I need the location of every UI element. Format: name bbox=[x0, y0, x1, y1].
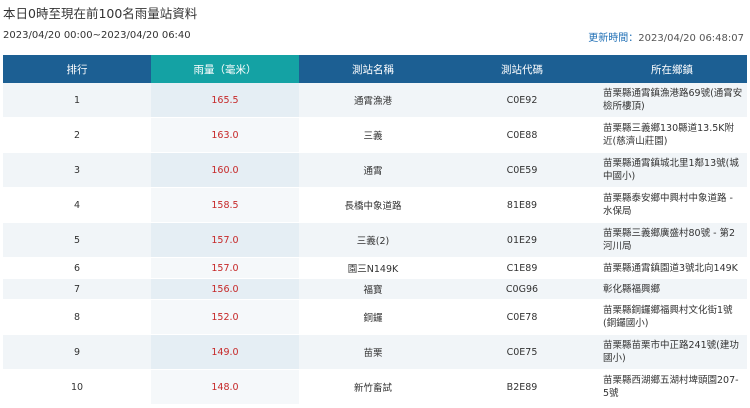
cell-station-name: 長橋中象道路 bbox=[299, 187, 447, 223]
table-row: 4 158.5 長橋中象道路 81E89 苗栗縣泰安鄉中興村中象道路 - 水保局 bbox=[3, 187, 747, 223]
cell-station-name: 通霄漁港 bbox=[299, 83, 447, 118]
cell-station-name: 新竹畜試 bbox=[299, 369, 447, 405]
table-row: 7 156.0 福寶 C0G96 彰化縣福興鄉 bbox=[3, 278, 747, 300]
cell-rank: 2 bbox=[3, 117, 151, 153]
cell-rank: 7 bbox=[3, 278, 151, 300]
cell-station-name: 銅鑼 bbox=[299, 299, 447, 335]
cell-rainfall: 163.0 bbox=[151, 117, 299, 153]
cell-station-code: C1E89 bbox=[447, 257, 597, 279]
cell-station-code: C0E78 bbox=[447, 299, 597, 335]
table-body: 1 165.5 通霄漁港 C0E92 苗栗縣通霄鎮漁港路69號(通霄安檢所樓頂) 2 163… bbox=[3, 83, 747, 405]
update-time: 更新時間：2023/04/20 06:48:07 bbox=[588, 29, 744, 44]
table-row: 2 163.0 三義 C0E88 苗栗縣三義鄉130縣道13.5K附近(慈濟山莊園) bbox=[3, 117, 747, 153]
cell-location: 苗栗縣通霄鎮漁港路69號(通霄安檢所樓頂) bbox=[597, 83, 747, 118]
cell-station-name: 福寶 bbox=[299, 278, 447, 300]
cell-location: 苗栗縣銅鑼鄉福興村文化街1號(銅鑼國小) bbox=[597, 299, 747, 335]
cell-station-name: 通霄 bbox=[299, 152, 447, 188]
cell-rainfall: 160.0 bbox=[151, 152, 299, 188]
cell-station-name: 苗栗 bbox=[299, 334, 447, 370]
cell-rainfall: 156.0 bbox=[151, 278, 299, 300]
cell-location: 彰化縣福興鄉 bbox=[597, 278, 747, 300]
column-header-station-name[interactable]: 測站名稱 bbox=[299, 55, 447, 83]
cell-rainfall: 149.0 bbox=[151, 334, 299, 370]
cell-rainfall: 152.0 bbox=[151, 299, 299, 335]
cell-location: 苗栗縣通霄鎮城北里1鄰13號(城中國小) bbox=[597, 152, 747, 188]
cell-rank: 10 bbox=[3, 369, 151, 405]
table-row: 1 165.5 通霄漁港 C0E92 苗栗縣通霄鎮漁港路69號(通霄安檢所樓頂) bbox=[3, 83, 747, 118]
rainfall-table: 排行 雨量（毫米） 測站名稱 測站代碼 所在鄉鎮 1 165.5 通霄漁港 C0E92… bbox=[3, 55, 747, 405]
cell-station-name: 三義(2) bbox=[299, 222, 447, 258]
cell-rank: 1 bbox=[3, 83, 151, 118]
cell-rainfall: 158.5 bbox=[151, 187, 299, 223]
table-row: 6 157.0 園三N149K C1E89 苗栗縣通霄鎮園道3號北向149K bbox=[3, 257, 747, 279]
page-title: 本日0時至現在前100名雨量站資料 bbox=[3, 6, 198, 21]
cell-station-code: C0E75 bbox=[447, 334, 597, 370]
table-row: 9 149.0 苗栗 C0E75 苗栗縣苗栗市中正路241號(建功國小) bbox=[3, 334, 747, 370]
cell-location: 苗栗縣三義鄉廣盛村80號 - 第2河川局 bbox=[597, 222, 747, 258]
column-header-rainfall[interactable]: 雨量（毫米） bbox=[151, 55, 299, 83]
cell-station-code: C0E88 bbox=[447, 117, 597, 153]
cell-rank: 3 bbox=[3, 152, 151, 188]
cell-station-code: C0E92 bbox=[447, 83, 597, 118]
column-header-rank[interactable]: 排行 bbox=[3, 55, 151, 83]
column-header-location[interactable]: 所在鄉鎮 bbox=[597, 55, 747, 83]
date-range: 2023/04/20 00:00~2023/04/20 06:40 bbox=[3, 30, 191, 41]
update-time-value: 2023/04/20 06:48:07 bbox=[638, 33, 744, 44]
cell-station-name: 園三N149K bbox=[299, 257, 447, 279]
cell-rank: 8 bbox=[3, 299, 151, 335]
table-header-row: 排行 雨量（毫米） 測站名稱 測站代碼 所在鄉鎮 bbox=[3, 55, 747, 83]
cell-rank: 9 bbox=[3, 334, 151, 370]
cell-rainfall: 148.0 bbox=[151, 369, 299, 405]
cell-rainfall: 157.0 bbox=[151, 257, 299, 279]
cell-station-code: C0G96 bbox=[447, 278, 597, 300]
cell-station-code: 01E29 bbox=[447, 222, 597, 258]
table-row: 3 160.0 通霄 C0E59 苗栗縣通霄鎮城北里1鄰13號(城中國小) bbox=[3, 152, 747, 188]
cell-station-code: B2E89 bbox=[447, 369, 597, 405]
cell-location: 苗栗縣三義鄉130縣道13.5K附近(慈濟山莊園) bbox=[597, 117, 747, 153]
cell-rainfall: 157.0 bbox=[151, 222, 299, 258]
column-header-station-code[interactable]: 測站代碼 bbox=[447, 55, 597, 83]
cell-rainfall: 165.5 bbox=[151, 83, 299, 118]
cell-location: 苗栗縣西湖鄉五湖村埤頭園207-5號 bbox=[597, 369, 747, 405]
cell-location: 苗栗縣苗栗市中正路241號(建功國小) bbox=[597, 334, 747, 370]
cell-rank: 5 bbox=[3, 222, 151, 258]
table-row: 8 152.0 銅鑼 C0E78 苗栗縣銅鑼鄉福興村文化街1號(銅鑼國小) bbox=[3, 299, 747, 335]
table-row: 5 157.0 三義(2) 01E29 苗栗縣三義鄉廣盛村80號 - 第2河川局 bbox=[3, 222, 747, 258]
table-row: 10 148.0 新竹畜試 B2E89 苗栗縣西湖鄉五湖村埤頭園207-5號 bbox=[3, 369, 747, 405]
cell-station-code: 81E89 bbox=[447, 187, 597, 223]
cell-station-name: 三義 bbox=[299, 117, 447, 153]
cell-station-code: C0E59 bbox=[447, 152, 597, 188]
cell-rank: 6 bbox=[3, 257, 151, 279]
update-time-label: 更新時間： bbox=[588, 33, 639, 44]
cell-rank: 4 bbox=[3, 187, 151, 223]
cell-location: 苗栗縣泰安鄉中興村中象道路 - 水保局 bbox=[597, 187, 747, 223]
cell-location: 苗栗縣通霄鎮園道3號北向149K bbox=[597, 257, 747, 279]
